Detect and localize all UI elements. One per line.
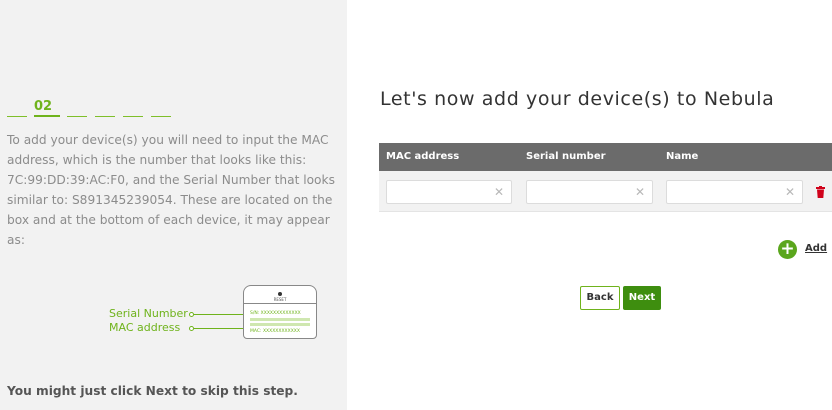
page-title: Let's now add your device(s) to Nebula [380,88,775,110]
device-mac-text: MAC: XXXXXXXXXXXX [250,329,300,334]
reset-text: RESET [273,297,287,302]
table-row: ✕ ✕ ✕ [379,171,832,212]
mac-address-input[interactable] [387,181,511,204]
device-label-diagram: Serial Number MAC address RESET S/N: XXX… [0,285,347,345]
device-table: MAC address Serial number Name ✕ ✕ ✕ [379,143,832,212]
clear-icon[interactable]: ✕ [494,185,504,199]
back-button[interactable]: Back [580,286,620,310]
serial-number-input[interactable] [527,181,652,204]
current-step-number: 02 [34,99,60,117]
column-header-mac: MAC address [386,151,460,162]
serial-number-label: Serial Number [109,307,188,320]
serial-number-field-wrapper: ✕ [526,180,653,204]
instructions-text: To add your device(s) you will need to i… [7,133,335,247]
step-4-marker [95,105,115,117]
step-1-marker [7,105,27,117]
clear-icon[interactable]: ✕ [635,185,645,199]
device-serial-text: S/N: XXXXXXXXXXXXX [250,311,301,316]
name-field-wrapper: ✕ [666,180,803,204]
add-label[interactable]: Add [805,243,827,254]
next-button[interactable]: Next [623,286,661,310]
column-header-serial: Serial number [526,151,606,162]
step-5-marker [123,105,143,117]
serial-pointer-line [194,314,250,315]
mac-address-field-wrapper: ✕ [386,180,512,204]
step-3-marker [67,105,87,117]
mac-pointer-line [194,328,250,329]
clear-icon[interactable]: ✕ [785,185,795,199]
trash-icon[interactable] [816,186,825,198]
skip-hint: You might just click Next to skip this s… [7,384,298,398]
device-divider [244,303,316,304]
name-input[interactable] [667,181,802,204]
add-circle-icon[interactable]: + [778,240,797,259]
device-illustration: RESET S/N: XXXXXXXXXXXXX MAC: XXXXXXXXXX… [243,285,317,339]
step-indicator: 02 [7,97,177,117]
reset-button-icon [278,292,282,296]
instructions-panel: 02 To add your device(s) you will need t… [0,0,347,410]
column-header-name: Name [666,151,699,162]
step-6-marker [151,105,171,117]
table-header: MAC address Serial number Name [379,143,832,171]
barcode-bar [250,318,310,321]
mac-address-label: MAC address [109,321,181,334]
barcode-bar [250,323,310,326]
